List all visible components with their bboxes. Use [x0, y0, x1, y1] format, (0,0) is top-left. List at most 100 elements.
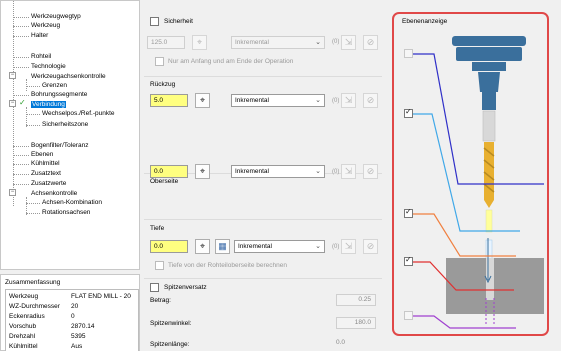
only-start-end-checkbox[interactable] [155, 57, 164, 66]
tree-line [13, 146, 29, 147]
tree-item-kuehlmittel[interactable]: Kühlmittel [31, 159, 60, 168]
layer-tip-checkbox[interactable] [404, 311, 413, 320]
tiefe-calc-label: Tiefe von der Rohteiloberseite berechnen [168, 262, 287, 269]
tree-item-wechselpos[interactable]: Wechselpos./Ref.-punkte [42, 109, 115, 118]
tree-line [13, 36, 29, 37]
tiefe-calc-checkbox[interactable] [155, 261, 164, 270]
spitzenlaenge-label: Spitzenlänge: [150, 341, 190, 348]
holder-neck [472, 62, 506, 71]
layer-retract-checkbox[interactable] [404, 107, 413, 118]
crosshair-icon[interactable]: ⌖ [195, 239, 210, 254]
spitzenwinkel-input[interactable]: 180.0 [336, 317, 376, 329]
oberseite-mode-select[interactable]: Inkremental ⌄ [231, 165, 325, 178]
operation-tree: Werkzeugwegtyp Werkzeug Halter Rohteil T… [0, 0, 140, 270]
tree-item-achsen-kombination[interactable]: Achsen-Kombination [42, 198, 102, 207]
tree-item-werkzeugachsenkontrolle[interactable]: Werkzeugachsenkontrolle [31, 72, 106, 81]
tree-item-achsenkontrolle[interactable]: Achsenkontrolle [31, 189, 77, 198]
collapse-icon[interactable]: − [9, 100, 16, 107]
collapse-icon[interactable]: − [9, 72, 16, 79]
tree-line [26, 125, 40, 126]
tree-item-label: Werkzeugachsenkontrolle [31, 73, 106, 80]
collapse-icon[interactable]: − [9, 189, 16, 196]
summary-value: 5395 [71, 333, 86, 340]
chevron-down-icon: ⌄ [315, 97, 321, 104]
tree-item-verbindung[interactable]: Verbindung [31, 100, 66, 109]
tree-item-bogenfilter[interactable]: Bogenfilter/Toleranz [31, 141, 88, 150]
linking-params-panel: Sicherheit 125.0 ⌖ Inkremental ⌄ (0) ⇲ ⊘ … [144, 10, 382, 351]
summary-key: Eckenradius [9, 313, 45, 320]
crosshair-icon[interactable]: ⌖ [195, 93, 210, 108]
tree-item-label: Bogenfilter/Toleranz [31, 142, 89, 149]
summary-panel: Zusammenfassung Werkzeug FLAT END MILL - … [0, 274, 140, 351]
pick-icon[interactable]: ⇲ [341, 164, 356, 179]
spitzenwinkel-label: Spitzenwinkel: [150, 320, 192, 327]
crosshair-icon[interactable]: ⌖ [195, 164, 210, 179]
tree-line [13, 95, 29, 96]
summary-row: Eckenradius 0 [9, 312, 75, 322]
drill-tip [484, 200, 494, 208]
tree-item-label: Sicherheitszone [42, 121, 89, 128]
tree-line [13, 26, 29, 27]
summary-row: Vorschub 2870.14 [9, 322, 95, 332]
tree-item-ebenen[interactable]: Ebenen [31, 150, 53, 159]
tree-item-label: Zusatztext [31, 170, 61, 177]
summary-key: Werkzeug [9, 293, 39, 300]
spitzenversatz-checkbox[interactable] [150, 283, 159, 292]
oberseite-value-input[interactable]: 0.0 [150, 165, 188, 178]
rueckzug-mode-select[interactable]: Inkremental ⌄ [231, 94, 325, 107]
tiefe-mode-select[interactable]: Inkremental ⌄ [234, 240, 325, 253]
layer-depth-checkbox[interactable] [404, 255, 413, 266]
reset-icon[interactable]: ⊘ [363, 93, 378, 108]
rueckzug-group [144, 76, 382, 77]
layer-safety-checkbox[interactable] [404, 49, 413, 58]
tree-line [13, 184, 29, 185]
select-value: Inkremental [235, 168, 269, 175]
tip-line [412, 315, 516, 329]
select-value: Inkremental [235, 97, 269, 104]
tree-item-label: Zusatzwerte [31, 180, 67, 187]
tree-line [13, 67, 29, 68]
chevron-down-icon: ⌄ [315, 39, 321, 46]
tree-item-sicherheitszone[interactable]: Sicherheitszone [42, 120, 88, 129]
pick-icon[interactable]: ⇲ [341, 35, 356, 50]
rueckzug-value-input[interactable]: 5.0 [150, 94, 188, 107]
reset-icon[interactable]: ⊘ [363, 164, 378, 179]
reset-icon[interactable]: ⊘ [363, 239, 378, 254]
tree-line [26, 203, 40, 204]
oberseite-label: Oberseite [150, 178, 179, 185]
tree-item-rotationsachsen[interactable]: Rotationsachsen [42, 208, 90, 217]
tree-item-halter[interactable]: Halter [31, 31, 48, 40]
tree-item-werkzeugwegtyp[interactable]: Werkzeugwegtyp [31, 12, 81, 21]
tree-line [13, 174, 29, 175]
layer-top-checkbox[interactable] [404, 207, 413, 218]
reset-icon[interactable]: ⊘ [363, 35, 378, 50]
pick-icon[interactable]: ⇲ [341, 239, 356, 254]
sicherheit-checkbox[interactable] [150, 17, 159, 26]
spitzenlaenge-input[interactable]: 0.0 [336, 338, 376, 350]
sicherheit-value-input[interactable]: 125.0 [147, 36, 185, 49]
summary-title: Zusammenfassung [5, 279, 61, 286]
pick-icon[interactable]: ⇲ [341, 93, 356, 108]
tree-item-zusatztext[interactable]: Zusatztext [31, 169, 61, 178]
summary-value: 20 [71, 303, 79, 310]
summary-key: Vorschub [9, 323, 37, 330]
summary-value: 0 [71, 313, 75, 320]
tree-line [26, 213, 40, 214]
calculator-icon[interactable]: ▦ [215, 239, 230, 254]
stock-block [446, 258, 544, 314]
tiefe-value-input[interactable]: 0.0 [150, 240, 188, 253]
layer-preview-title: Ebenenanzeige [402, 18, 448, 25]
sicherheit-mode-select[interactable]: Inkremental ⌄ [231, 36, 325, 49]
tree-item-technologie[interactable]: Technologie [31, 62, 66, 71]
chevron-down-icon: ⌄ [315, 243, 321, 250]
tree-item-grenzen[interactable]: Grenzen [42, 81, 67, 90]
safety-level [412, 53, 544, 185]
tree-item-werkzeug[interactable]: Werkzeug [31, 21, 60, 30]
top-line [412, 213, 516, 257]
crosshair-icon[interactable]: ⌖ [192, 35, 207, 50]
checkmark-icon: ✓ [19, 98, 26, 107]
tree-item-rohteil[interactable]: Rohteil [31, 52, 51, 61]
tree-item-zusatzwerte[interactable]: Zusatzwerte [31, 179, 66, 188]
tree-item-bohrungssegmente[interactable]: Bohrungssegmente [31, 90, 87, 99]
betrag-input[interactable]: 0.25 [336, 294, 376, 306]
